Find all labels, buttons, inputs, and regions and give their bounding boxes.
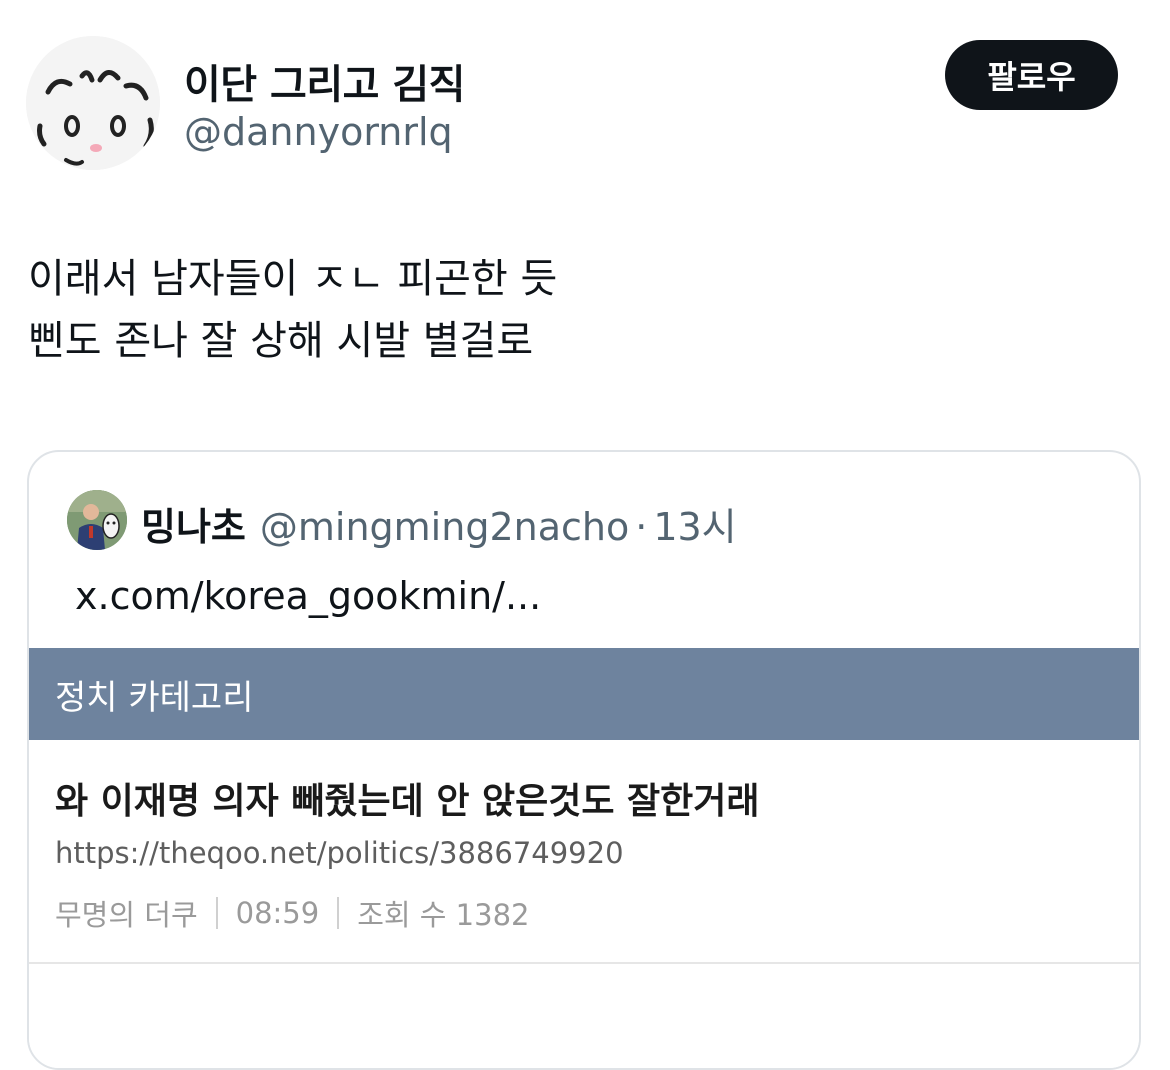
quoted-author-handle[interactable]: @mingming2nacho bbox=[260, 505, 629, 549]
separator-dot: · bbox=[635, 505, 648, 549]
tweet-text: 이래서 남자들이 ㅈㄴ 피곤한 듯 삔도 존나 잘 상해 시발 별걸로 bbox=[28, 248, 557, 372]
author-handle[interactable]: @dannyornrlq bbox=[184, 110, 453, 154]
follow-button[interactable]: 팔로우 bbox=[945, 40, 1118, 110]
quoted-tweet-link[interactable]: x.com/korea_gookmin/... bbox=[75, 574, 541, 618]
tweet-text-line: 삔도 존나 잘 상해 시발 별걸로 bbox=[28, 318, 534, 364]
quoted-tweet-header: 밍나초 @mingming2nacho · 13시 bbox=[141, 496, 737, 551]
hamster-drawing-avatar-icon bbox=[26, 36, 160, 170]
author-avatar[interactable] bbox=[26, 36, 160, 170]
category-label: 정치 카테고리 bbox=[55, 677, 254, 718]
quoted-author-name[interactable]: 밍나초 bbox=[141, 496, 246, 551]
meta-divider bbox=[215, 897, 218, 929]
divider bbox=[29, 962, 1139, 964]
quoted-tweet-time[interactable]: 13시 bbox=[653, 496, 736, 551]
quoted-author-avatar[interactable] bbox=[67, 490, 127, 550]
post-meta: 무명의 더쿠 08:59 조회 수 1382 bbox=[55, 892, 529, 934]
post-views: 조회 수 1382 bbox=[357, 898, 530, 932]
post-title: 와 이재명 의자 빼줬는데 안 앉은것도 잘한거래 bbox=[55, 781, 760, 822]
post-time: 08:59 bbox=[235, 896, 320, 930]
tweet-text-line: 이래서 남자들이 ㅈㄴ 피곤한 듯 bbox=[28, 256, 558, 302]
post-author: 무명의 더쿠 bbox=[55, 898, 198, 932]
quoted-media-image[interactable]: 정치 카테고리 와 이재명 의자 빼줬는데 안 앉은것도 잘한거래 https:… bbox=[29, 648, 1139, 1068]
meta-divider bbox=[337, 897, 340, 929]
post-url: https://theqoo.net/politics/3886749920 bbox=[55, 836, 624, 870]
person-photo-avatar-icon bbox=[67, 490, 127, 550]
category-bar: 정치 카테고리 bbox=[29, 648, 1139, 740]
quoted-tweet-card[interactable]: 밍나초 @mingming2nacho · 13시 x.com/korea_go… bbox=[27, 450, 1141, 1070]
author-display-name[interactable]: 이단 그리고 김직 bbox=[184, 52, 465, 110]
